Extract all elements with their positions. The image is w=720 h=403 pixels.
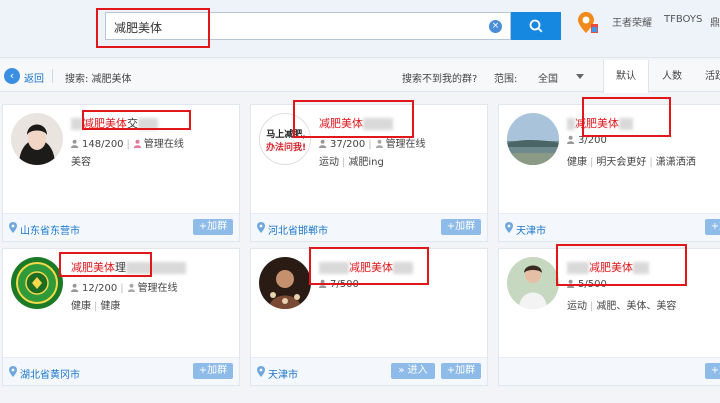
avatar xyxy=(11,257,63,309)
hot-tag[interactable]: 王者荣耀 xyxy=(612,14,652,29)
tab-members[interactable]: 人数 xyxy=(649,60,695,93)
card-footer: 天津市 +加群 xyxy=(499,213,720,241)
location-icon xyxy=(9,366,17,377)
avatar-text: 办法问我! xyxy=(266,141,306,153)
highlight-box xyxy=(59,252,152,277)
search-icon xyxy=(529,19,543,33)
group-tags: 美容 xyxy=(71,157,91,168)
users-icon xyxy=(71,139,79,148)
range-select[interactable]: 全国 xyxy=(538,70,558,85)
highlight-box xyxy=(582,97,671,137)
manager-icon xyxy=(127,283,135,292)
group-location: 湖北省黄冈市 xyxy=(20,370,80,381)
users-icon xyxy=(71,283,79,292)
join-group-button[interactable]: +加群 xyxy=(705,363,720,379)
group-tags: 运动 | 减肥ing xyxy=(319,157,384,168)
card-footer: +加群 xyxy=(499,357,720,385)
member-info: 148/200 | 管理在线 xyxy=(71,135,184,150)
card-footer: 湖北省黄冈市 +加群 xyxy=(3,357,239,385)
highlight-box xyxy=(96,8,210,48)
highlight-box xyxy=(309,247,429,285)
map-pin-icon[interactable] xyxy=(577,10,599,36)
hot-tag[interactable]: 鼎 xyxy=(710,14,720,29)
search-summary: 搜索: 减肥美体 xyxy=(65,74,132,85)
range-label: 范围: xyxy=(494,74,518,85)
avatar xyxy=(507,113,559,165)
highlight-box xyxy=(82,110,191,130)
location-icon xyxy=(505,222,513,233)
member-info: 12/200 | 管理在线 xyxy=(71,279,178,294)
divider xyxy=(52,69,53,83)
highlight-box xyxy=(293,100,414,138)
manager-icon xyxy=(133,139,142,148)
join-group-button[interactable]: +加群 xyxy=(705,219,720,235)
hot-tag[interactable]: TFBOYS xyxy=(664,14,702,25)
tab-default[interactable]: 默认 xyxy=(603,60,649,93)
location-icon xyxy=(257,222,265,233)
join-group-button[interactable]: +加群 xyxy=(441,219,481,235)
users-icon xyxy=(567,135,575,144)
group-location: 山东省东营市 xyxy=(20,226,80,237)
join-group-button[interactable]: +加群 xyxy=(193,363,233,379)
back-arrow-icon[interactable]: ‹ xyxy=(4,68,20,84)
back-link[interactable]: 返回 xyxy=(24,70,44,85)
card-footer: 天津市 » 进入 +加群 xyxy=(251,357,487,385)
card-footer: 山东省东营市 +加群 xyxy=(3,213,239,241)
join-group-button[interactable]: +加群 xyxy=(441,363,481,379)
join-group-button[interactable]: +加群 xyxy=(193,219,233,235)
tab-active[interactable]: 活跃 xyxy=(695,60,720,93)
location-icon xyxy=(257,366,265,377)
manager-icon xyxy=(375,139,383,148)
avatar xyxy=(259,257,311,309)
users-icon xyxy=(319,139,327,148)
group-tags: 运动 | 减肥、美体、美容 xyxy=(567,301,677,312)
avatar xyxy=(507,257,559,309)
highlight-box xyxy=(556,244,687,286)
clear-icon[interactable]: × xyxy=(489,20,502,33)
group-tags: 健康 | 健康 xyxy=(71,301,121,312)
group-tags: 健康 | 明天会更好 | 潇潇洒洒 xyxy=(567,157,696,168)
avatar xyxy=(11,113,63,165)
top-bar: × 王者荣耀 TFBOYS 鼎 xyxy=(0,0,720,58)
enter-group-button[interactable]: » 进入 xyxy=(391,363,435,379)
not-found-link[interactable]: 搜索不到我的群? xyxy=(402,70,477,85)
group-location: 天津市 xyxy=(268,370,298,381)
search-button[interactable] xyxy=(511,12,561,40)
group-location: 天津市 xyxy=(516,226,546,237)
card-footer: 河北省邯郸市 +加群 xyxy=(251,213,487,241)
location-icon xyxy=(9,222,17,233)
chevron-down-icon[interactable] xyxy=(576,74,584,79)
group-location: 河北省邯郸市 xyxy=(268,226,328,237)
